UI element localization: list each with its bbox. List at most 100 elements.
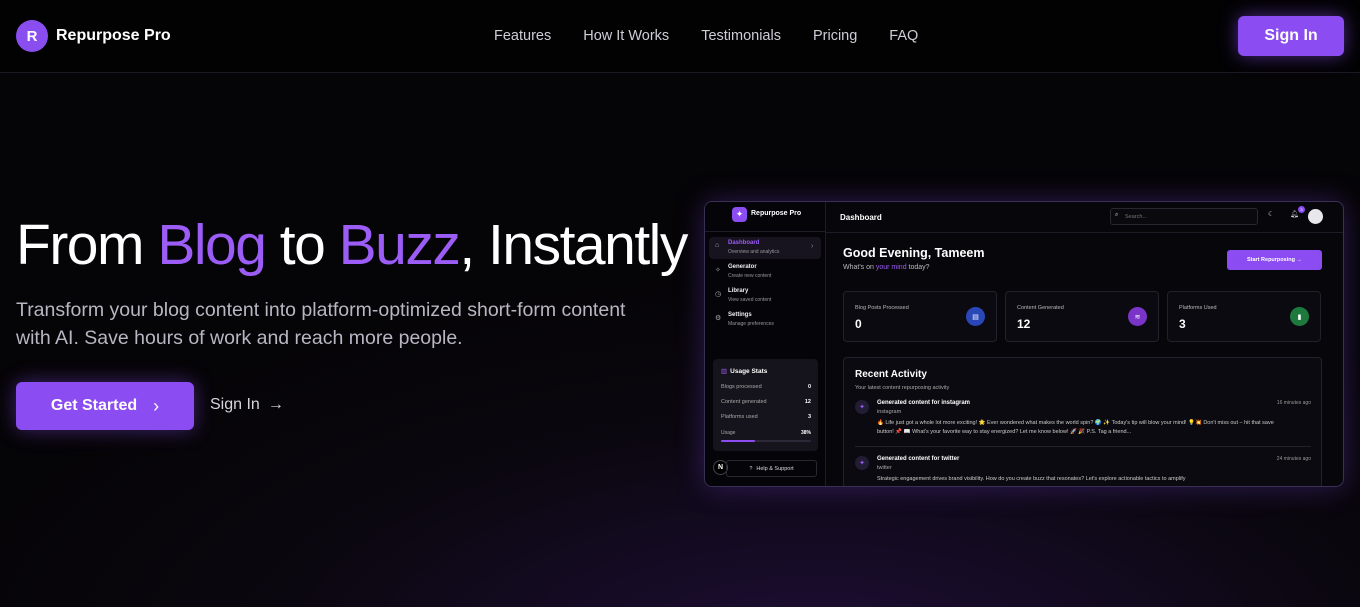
- usage-stats-panel: ▥ Usage Stats Blogs processed 0 Content ge…: [713, 359, 818, 451]
- hero-title-accent-blog: Blog: [157, 213, 267, 277]
- preview-menu-library[interactable]: ◷ Library View saved content: [709, 285, 821, 307]
- recent-activity-panel: Recent Activity Your latest content repu…: [843, 357, 1322, 486]
- activity-head: Generated content for instagram: [877, 400, 971, 406]
- nav-link-how-it-works[interactable]: How It Works: [583, 28, 669, 44]
- nav-links: Features How It Works Testimonials Prici…: [494, 28, 950, 44]
- search-icon: ⌕: [1115, 212, 1119, 218]
- layers-icon: ≋: [1128, 307, 1147, 326]
- usage-title-text: Usage Stats: [730, 368, 768, 375]
- hero-title: From Blog to Buzz, Instantly: [16, 210, 688, 280]
- preview-menu-dashboard[interactable]: ⌂ Dashboard Overview and analytics ›: [709, 237, 821, 259]
- start-repurposing-button[interactable]: Start Repurposing →: [1227, 250, 1322, 270]
- preview-search-input[interactable]: [1125, 211, 1245, 223]
- brand-logo[interactable]: R Repurpose Pro: [16, 20, 171, 52]
- activity-time: 24 minutes ago: [1276, 456, 1311, 462]
- usage-progress-bar: [721, 440, 811, 442]
- nav-link-testimonials[interactable]: Testimonials: [701, 28, 781, 44]
- preview-menu-generator[interactable]: ✧ Generator Create new content: [709, 261, 821, 283]
- help-support-button[interactable]: ? Help & Support: [726, 460, 817, 477]
- preview-brand: Repurpose Pro: [751, 210, 802, 217]
- activity-time: 16 minutes ago: [1276, 400, 1311, 406]
- preview-search: ⌕: [1110, 208, 1258, 225]
- sparkle-icon: ✧: [715, 267, 721, 274]
- preview-menu-settings[interactable]: ⚙ Settings Manage preferences: [709, 309, 821, 331]
- stat-label: Platforms Used: [1179, 305, 1217, 311]
- preview-topbar: Dashboard ⌕ ☾ 🔔︎ 3: [826, 202, 1343, 233]
- bar-chart-icon: ▥: [721, 368, 728, 375]
- stat-card-content-generated: Content Generated 12 ≋: [1005, 291, 1159, 342]
- greeting-subtitle: What's on your mind today?: [843, 264, 930, 271]
- preview-sidebar-header: [705, 202, 825, 232]
- activity-text: 🔥 Life just got a whole lot more excitin…: [877, 420, 1274, 435]
- usage-row-value: 12: [804, 399, 811, 405]
- brand-name: Repurpose Pro: [56, 27, 171, 44]
- notification-badge: 3: [1298, 206, 1305, 213]
- nav-link-faq[interactable]: FAQ: [889, 28, 918, 44]
- usage-row-value: 3: [807, 414, 811, 420]
- dashboard-preview: ✦ Repurpose Pro ⌂ Dashboard Overview and…: [704, 201, 1344, 487]
- recent-activity-subtitle: Your latest content repurposing activity: [855, 385, 950, 391]
- stat-value: 12: [1017, 317, 1031, 331]
- greeting-sub-part: today?: [906, 264, 930, 271]
- usage-stats-title: ▥ Usage Stats: [721, 367, 767, 375]
- hero-title-accent-buzz: Buzz: [338, 213, 461, 277]
- nav-link-features[interactable]: Features: [494, 28, 551, 44]
- get-started-label: Get Started: [50, 397, 138, 414]
- help-icon: ?: [749, 465, 753, 472]
- hero-signin-label: Sign In: [210, 396, 260, 413]
- usage-row-value: 0: [807, 384, 811, 390]
- sparkle-icon: ✦: [855, 456, 869, 470]
- chevron-right-icon: ›: [811, 243, 814, 250]
- usage-row: Blogs processed 0: [721, 384, 811, 390]
- usage-value: 38%: [800, 430, 811, 436]
- menu-title: Generator: [728, 264, 757, 270]
- greeting-sub-part: What's on: [843, 264, 876, 271]
- help-label: Help & Support: [756, 465, 794, 472]
- chart-icon: ▮: [1290, 307, 1309, 326]
- menu-title: Dashboard: [728, 240, 760, 246]
- greeting-sub-accent: your mind: [875, 264, 907, 271]
- document-icon: ▤: [966, 307, 985, 326]
- activity-text: Strategic engagement drives brand visibi…: [877, 476, 1186, 482]
- menu-desc: Create new content: [728, 273, 772, 279]
- usage-row: Content generated 12: [721, 399, 811, 405]
- stat-value: 0: [855, 317, 862, 331]
- menu-title: Settings: [728, 312, 752, 318]
- stat-card-blog-posts: Blog Posts Processed 0 ▤: [843, 291, 997, 342]
- user-avatar[interactable]: [1308, 209, 1323, 224]
- get-started-button[interactable]: Get Started ›: [16, 382, 194, 430]
- hero-signin-link[interactable]: Sign In →: [210, 396, 284, 414]
- sparkle-icon: ✦: [855, 400, 869, 414]
- nav-link-pricing[interactable]: Pricing: [813, 28, 857, 44]
- usage-row-label: Content generated: [721, 399, 767, 405]
- stat-label: Blog Posts Processed: [855, 305, 909, 311]
- usage-progress-fill: [721, 440, 756, 442]
- divider: [855, 446, 1311, 447]
- logo-mark: R: [16, 20, 48, 52]
- usage-row-label: Platforms used: [721, 414, 758, 420]
- usage-label: Usage: [721, 430, 736, 436]
- usage-row-label: Blogs processed: [721, 384, 762, 390]
- recent-activity-title: Recent Activity: [855, 369, 927, 380]
- chevron-right-icon: ›: [153, 395, 160, 416]
- preview-sidebar: ✦ Repurpose Pro ⌂ Dashboard Overview and…: [705, 202, 826, 486]
- greeting: Good Evening, Tameem: [843, 246, 985, 260]
- usage-row: Platforms used 3: [721, 414, 811, 420]
- hero-subtitle: Transform your blog content into platfor…: [16, 299, 626, 349]
- stat-label: Content Generated: [1017, 305, 1064, 311]
- activity-platform: twitter: [877, 465, 892, 471]
- arrow-right-icon: →: [267, 396, 284, 413]
- hero-title-part: , Instantly: [459, 213, 688, 277]
- menu-desc: Overview and analytics: [728, 249, 780, 255]
- hero-title-part: From: [16, 213, 158, 277]
- usage-row: Usage 38%: [721, 430, 811, 436]
- activity-platform: instagram: [877, 409, 902, 415]
- moon-icon[interactable]: ☾: [1268, 210, 1274, 218]
- top-navbar: R Repurpose Pro Features How It Works Te…: [0, 0, 1360, 73]
- clock-icon: ◷: [715, 291, 722, 298]
- activity-head: Generated content for twitter: [877, 456, 960, 462]
- home-icon: ⌂: [715, 242, 720, 249]
- stat-card-platforms: Platforms Used 3 ▮: [1167, 291, 1321, 342]
- nav-signin-button[interactable]: Sign In: [1238, 16, 1344, 56]
- menu-title: Library: [728, 288, 749, 294]
